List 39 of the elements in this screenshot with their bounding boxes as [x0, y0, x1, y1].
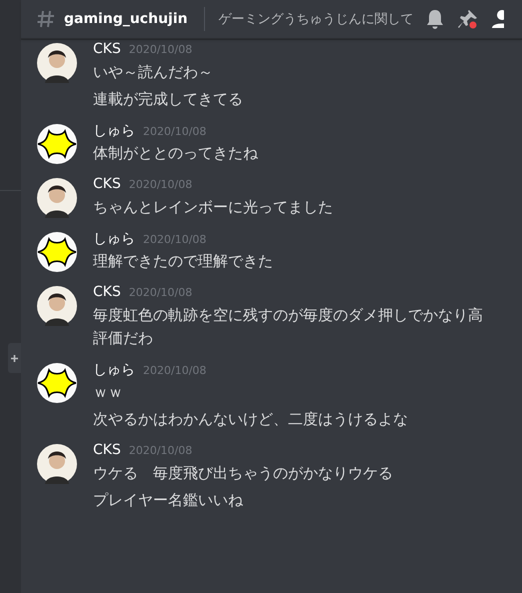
channel-name: gaming_uchujin	[64, 11, 188, 27]
avatar[interactable]	[37, 444, 77, 484]
timestamp: 2020/10/08	[128, 43, 192, 56]
timestamp: 2020/10/08	[143, 364, 206, 377]
avatar[interactable]	[37, 178, 77, 218]
message-text: 体制がととのってきたね	[93, 143, 259, 164]
avatar[interactable]	[37, 43, 77, 83]
avatar[interactable]	[37, 363, 77, 403]
bell-icon[interactable]	[426, 9, 444, 29]
members-icon[interactable]	[492, 9, 504, 29]
message-text: 次やるかはわかんないけど、二度はうけるよな	[93, 409, 409, 430]
message-text: ちゃんとレインボーに光ってました	[93, 197, 334, 218]
avatar[interactable]	[37, 286, 77, 326]
plus-icon	[11, 354, 18, 362]
message-text: 連載が完成してきてる	[93, 89, 244, 110]
avatar[interactable]	[37, 232, 77, 272]
author-name[interactable]: しゅら	[93, 230, 135, 248]
timestamp: 2020/10/08	[143, 125, 206, 138]
message-text: ｗｗ	[93, 382, 124, 403]
message-text: プレイヤー名鑑いいね	[93, 490, 244, 511]
message-text: ウケる 毎度飛び出ちゃうのがかなりウケる	[93, 463, 394, 484]
avatar[interactable]	[37, 124, 77, 164]
author-name[interactable]: CKS	[93, 442, 121, 458]
message-text: いや～読んだわ～	[93, 62, 214, 83]
timestamp: 2020/10/08	[128, 178, 192, 191]
pin-icon[interactable]	[458, 9, 478, 29]
author-name[interactable]: CKS	[93, 41, 121, 57]
author-name[interactable]: CKS	[93, 176, 121, 192]
add-server-button[interactable]	[8, 343, 21, 373]
message-text: 理解できたので理解できた	[93, 251, 274, 272]
timestamp: 2020/10/08	[128, 444, 192, 457]
author-name[interactable]: CKS	[93, 284, 121, 300]
hash-icon	[36, 9, 56, 29]
message-text: 毎度虹色の軌跡を空に残すのが毎度のダメ押しでかなり高評価だわ	[93, 305, 484, 349]
author-name[interactable]: しゅら	[93, 122, 135, 140]
timestamp: 2020/10/08	[143, 233, 206, 246]
author-name[interactable]: しゅら	[93, 361, 135, 379]
timestamp: 2020/10/08	[128, 286, 192, 299]
channel-topic: ゲーミングうちゅうじんに関して	[218, 11, 414, 28]
